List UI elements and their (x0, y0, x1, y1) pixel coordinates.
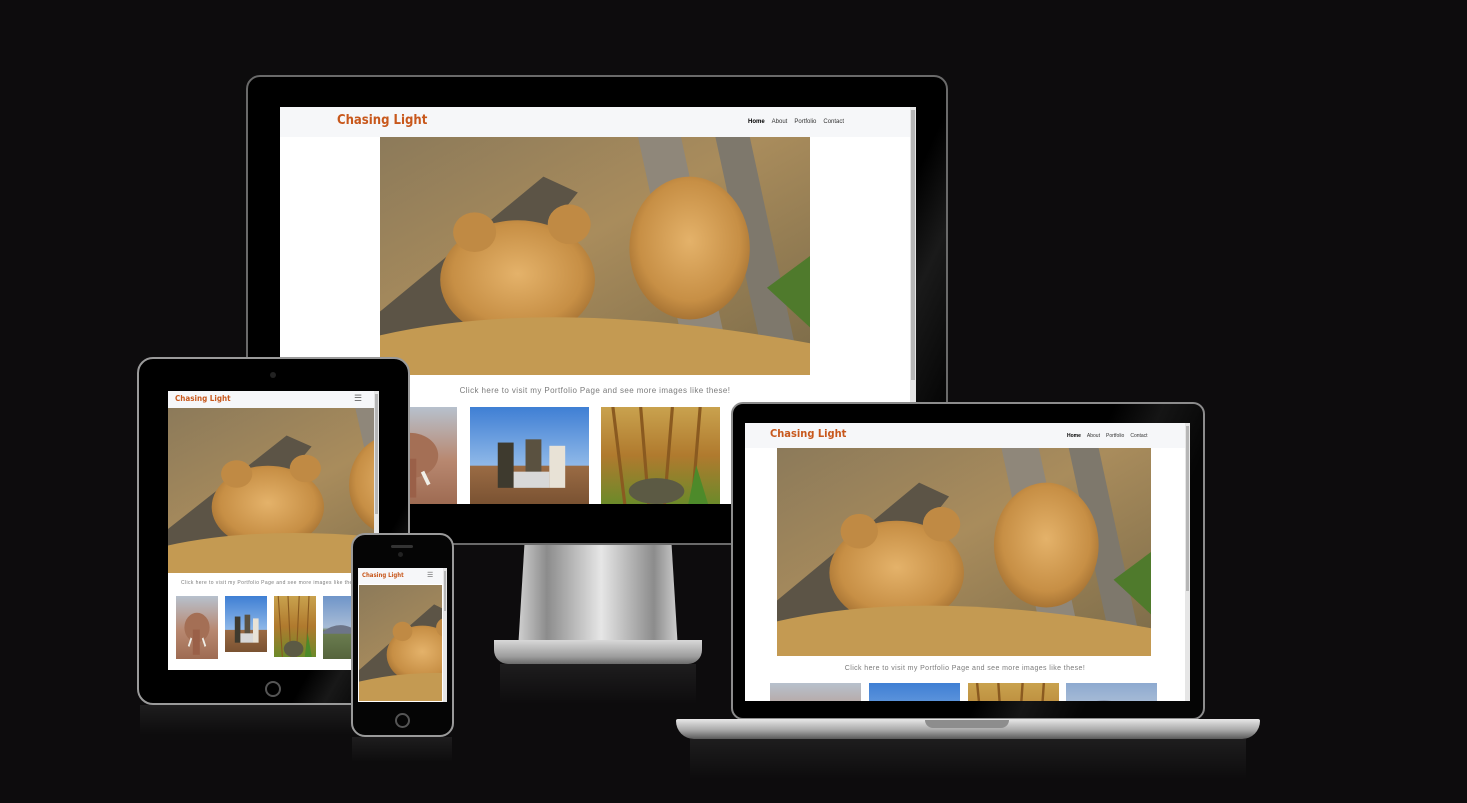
brand-logo[interactable]: Chasing Light (362, 572, 404, 579)
speaker-icon (391, 545, 413, 548)
laptop-screen: Chasing Light Home About Portfolio Conta… (745, 423, 1190, 701)
hero-photo-lion-cubs (168, 408, 374, 573)
laptop-nav-links: Home About Portfolio Contact (1067, 433, 1148, 439)
nav-home[interactable]: Home (748, 119, 765, 125)
thumb-people (869, 683, 960, 701)
nav-about[interactable]: About (1087, 433, 1100, 439)
hero-photo-lion-cubs (777, 448, 1151, 656)
thumb-elephant (410, 407, 457, 504)
phone-navbar: Chasing Light ☰ (358, 568, 447, 584)
home-button-icon (265, 681, 281, 697)
monitor-stand (518, 545, 678, 650)
nav-about[interactable]: About (772, 119, 788, 125)
tablet-screen: Chasing Light ☰ Click here to visit my P… (168, 391, 379, 670)
laptop-scrollbar[interactable] (1185, 423, 1190, 701)
laptop-notch (925, 720, 1009, 728)
thumb-landscape (1066, 683, 1157, 701)
desktop-nav-links: Home About Portfolio Contact (748, 119, 844, 125)
desktop-navbar: Chasing Light Home About Portfolio Conta… (280, 107, 916, 137)
thumb-cheetah-cub (274, 596, 316, 657)
brand-logo[interactable]: Chasing Light (175, 394, 231, 403)
portfolio-link[interactable]: Click here to visit my Portfolio Page an… (181, 580, 361, 586)
thumb-people (225, 596, 267, 652)
tablet-navbar: Chasing Light ☰ (168, 391, 379, 408)
thumb-cheetah-cub (968, 683, 1059, 701)
nav-portfolio[interactable]: Portfolio (1106, 433, 1124, 439)
nav-contact[interactable]: Contact (823, 119, 844, 125)
thumb-elephant (176, 596, 218, 659)
laptop-navbar: Chasing Light Home About Portfolio Conta… (745, 423, 1190, 448)
phone-screen: Chasing Light ☰ (358, 568, 447, 702)
thumb-cheetah-cub (601, 407, 720, 504)
camera-icon (270, 372, 276, 378)
portfolio-link[interactable]: Click here to visit my Portfolio Page an… (745, 665, 1185, 672)
hamburger-icon[interactable]: ☰ (427, 571, 433, 579)
nav-portfolio[interactable]: Portfolio (794, 119, 816, 125)
brand-logo[interactable]: Chasing Light (337, 113, 427, 128)
hamburger-icon[interactable]: ☰ (354, 393, 362, 404)
nav-contact[interactable]: Contact (1130, 433, 1147, 439)
thumb-elephant (770, 683, 861, 701)
phone-scrollbar[interactable] (443, 568, 447, 702)
brand-logo[interactable]: Chasing Light (770, 427, 846, 440)
camera-icon (398, 552, 403, 557)
hero-photo-lion-cubs (380, 137, 810, 375)
monitor-base (494, 640, 702, 664)
hero-photo-lion-cubs (359, 585, 442, 701)
home-button-icon (395, 713, 410, 728)
nav-home[interactable]: Home (1067, 433, 1081, 439)
thumb-people (470, 407, 589, 504)
